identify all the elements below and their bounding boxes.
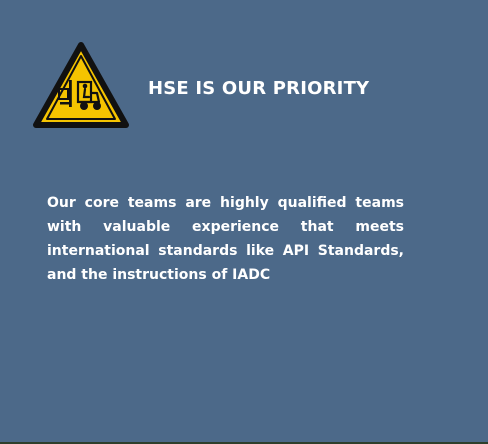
forklift-warning-icon	[31, 41, 131, 131]
section-title: HSE IS OUR PRIORITY	[148, 78, 370, 99]
section-description: Our core teams are highly qualified team…	[47, 195, 404, 283]
hse-priority-panel: HSE IS OUR PRIORITY Our core teams are h…	[0, 0, 488, 444]
